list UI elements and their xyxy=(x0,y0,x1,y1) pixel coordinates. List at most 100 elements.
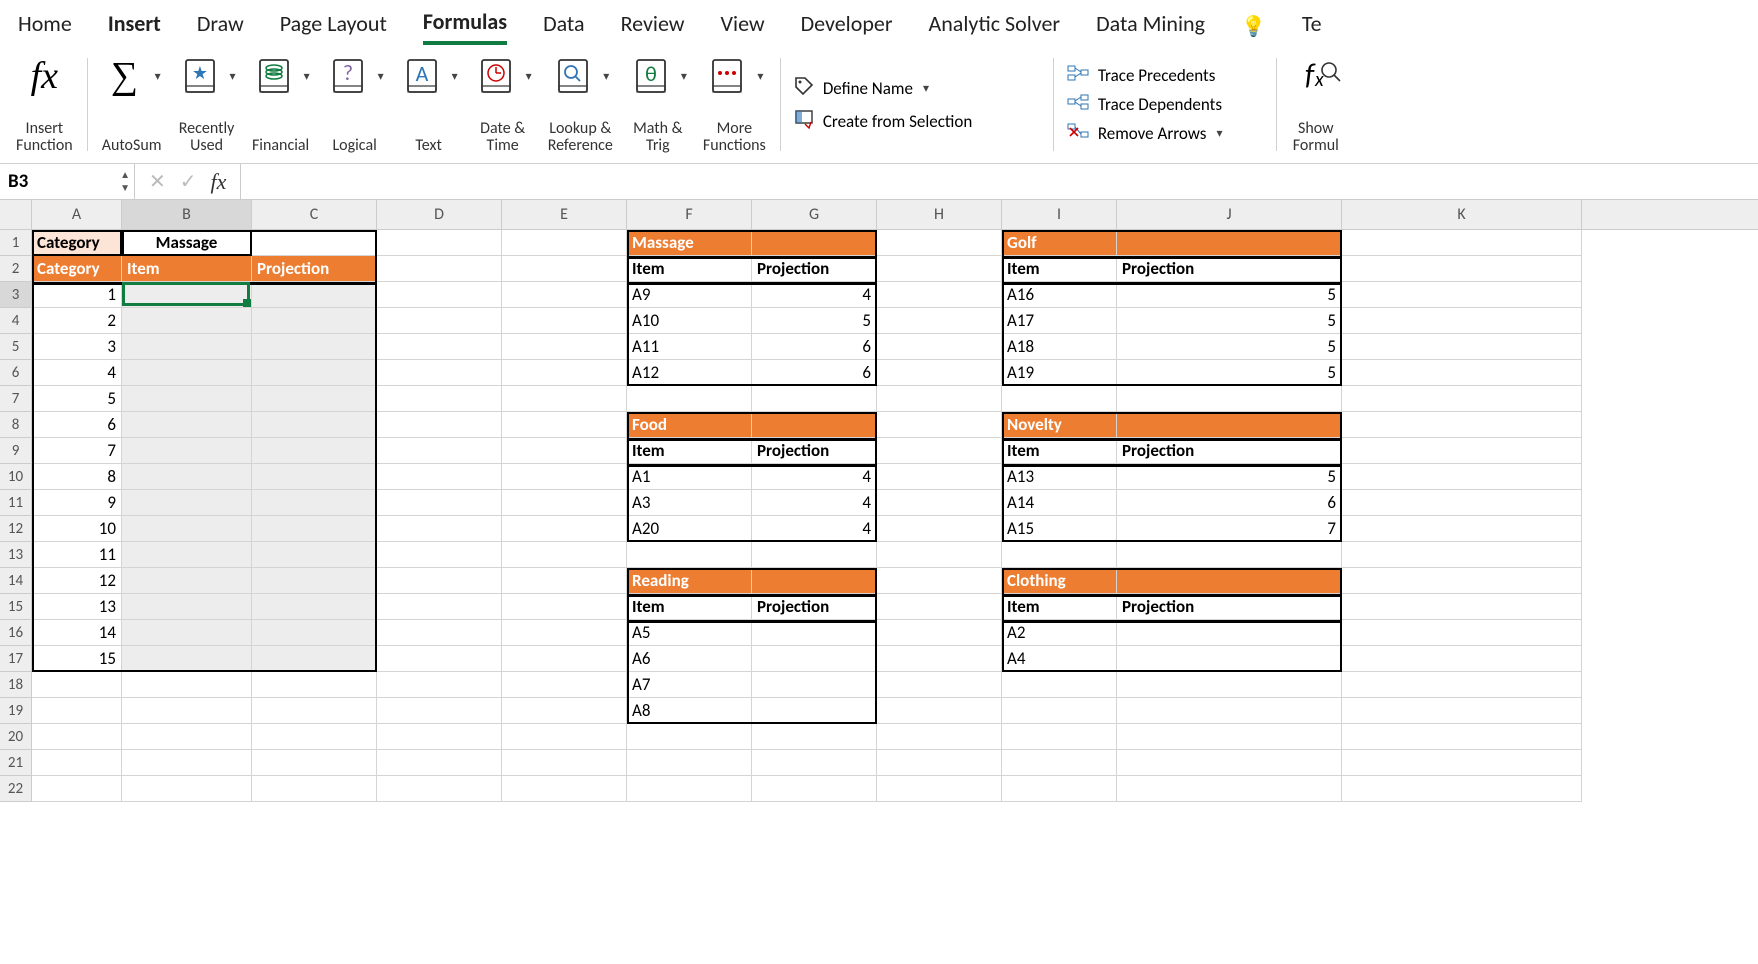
cell-B7[interactable] xyxy=(122,386,252,412)
tab-data-mining[interactable]: Data Mining xyxy=(1096,10,1205,43)
cell-G10[interactable]: 4 xyxy=(752,464,877,490)
cell-C8[interactable] xyxy=(252,412,377,438)
cell-E9[interactable] xyxy=(502,438,627,464)
chevron-down-icon[interactable]: ▾ xyxy=(923,81,929,96)
cell-I4[interactable]: A17 xyxy=(1002,308,1117,334)
chevron-down-icon[interactable]: ▾ xyxy=(526,69,532,84)
row-header-3[interactable]: 3 xyxy=(0,282,31,308)
cell-I19[interactable] xyxy=(1002,698,1117,724)
cell-H17[interactable] xyxy=(877,646,1002,672)
cell-H2[interactable] xyxy=(877,256,1002,282)
cell-K14[interactable] xyxy=(1342,568,1582,594)
cell-K11[interactable] xyxy=(1342,490,1582,516)
cell-B6[interactable] xyxy=(122,360,252,386)
cell-A19[interactable] xyxy=(32,698,122,724)
cell-J10[interactable]: 5 xyxy=(1117,464,1342,490)
cell-J21[interactable] xyxy=(1117,750,1342,776)
cell-B9[interactable] xyxy=(122,438,252,464)
cell-G21[interactable] xyxy=(752,750,877,776)
cell-I8[interactable]: Novelty xyxy=(1002,412,1117,438)
cell-G18[interactable] xyxy=(752,672,877,698)
cell-J9[interactable]: Projection xyxy=(1117,438,1342,464)
cell-A9[interactable]: 7 xyxy=(32,438,122,464)
cell-A21[interactable] xyxy=(32,750,122,776)
cell-F3[interactable]: A9 xyxy=(627,282,752,308)
cell-C21[interactable] xyxy=(252,750,377,776)
cell-C11[interactable] xyxy=(252,490,377,516)
cell-A8[interactable]: 6 xyxy=(32,412,122,438)
cell-K3[interactable] xyxy=(1342,282,1582,308)
cell-B22[interactable] xyxy=(122,776,252,802)
tab-data[interactable]: Data xyxy=(543,10,585,43)
cell-C15[interactable] xyxy=(252,594,377,620)
cell-G22[interactable] xyxy=(752,776,877,802)
cell-I9[interactable]: Item xyxy=(1002,438,1117,464)
cell-I17[interactable]: A4 xyxy=(1002,646,1117,672)
cell-A20[interactable] xyxy=(32,724,122,750)
select-all-corner[interactable] xyxy=(0,200,32,229)
cell-I1[interactable]: Golf xyxy=(1002,230,1117,256)
cell-A4[interactable]: 2 xyxy=(32,308,122,334)
cell-D6[interactable] xyxy=(377,360,502,386)
cell-A15[interactable]: 13 xyxy=(32,594,122,620)
cell-E19[interactable] xyxy=(502,698,627,724)
cell-B10[interactable] xyxy=(122,464,252,490)
row-header-21[interactable]: 21 xyxy=(0,750,31,776)
cell-F21[interactable] xyxy=(627,750,752,776)
cell-I2[interactable]: Item xyxy=(1002,256,1117,282)
cell-K7[interactable] xyxy=(1342,386,1582,412)
cell-K2[interactable] xyxy=(1342,256,1582,282)
cell-J4[interactable]: 5 xyxy=(1117,308,1342,334)
cell-E8[interactable] xyxy=(502,412,627,438)
chevron-down-icon[interactable]: ▾ xyxy=(155,69,161,84)
cell-D4[interactable] xyxy=(377,308,502,334)
cell-H19[interactable] xyxy=(877,698,1002,724)
remove-arrows-button[interactable]: Remove Arrows▾ xyxy=(1066,122,1264,145)
col-header-F[interactable]: F xyxy=(627,200,752,229)
cell-H3[interactable] xyxy=(877,282,1002,308)
financial-button[interactable]: ▾ Financial xyxy=(244,54,318,155)
row-header-1[interactable]: 1 xyxy=(0,230,31,256)
cell-C20[interactable] xyxy=(252,724,377,750)
cell-D15[interactable] xyxy=(377,594,502,620)
cell-B17[interactable] xyxy=(122,646,252,672)
cell-I15[interactable]: Item xyxy=(1002,594,1117,620)
row-header-14[interactable]: 14 xyxy=(0,568,31,594)
cell-B16[interactable] xyxy=(122,620,252,646)
cell-G17[interactable] xyxy=(752,646,877,672)
cell-D11[interactable] xyxy=(377,490,502,516)
cell-J6[interactable]: 5 xyxy=(1117,360,1342,386)
cell-A14[interactable]: 12 xyxy=(32,568,122,594)
cell-H8[interactable] xyxy=(877,412,1002,438)
cell-K5[interactable] xyxy=(1342,334,1582,360)
cell-J7[interactable] xyxy=(1117,386,1342,412)
cell-B1[interactable]: Massage xyxy=(122,230,252,256)
cell-E15[interactable] xyxy=(502,594,627,620)
cell-I12[interactable]: A15 xyxy=(1002,516,1117,542)
cell-F2[interactable]: Item xyxy=(627,256,752,282)
fx-icon[interactable]: fx xyxy=(211,169,227,195)
name-box-input[interactable] xyxy=(0,164,134,199)
cell-B18[interactable] xyxy=(122,672,252,698)
row-header-22[interactable]: 22 xyxy=(0,776,31,802)
cell-A7[interactable]: 5 xyxy=(32,386,122,412)
tab-review[interactable]: Review xyxy=(621,10,685,43)
cell-F8[interactable]: Food xyxy=(627,412,752,438)
text-button[interactable]: A▾ Text xyxy=(392,54,466,155)
cell-E2[interactable] xyxy=(502,256,627,282)
cell-F9[interactable]: Item xyxy=(627,438,752,464)
cell-G9[interactable]: Projection xyxy=(752,438,877,464)
cell-J22[interactable] xyxy=(1117,776,1342,802)
cell-D18[interactable] xyxy=(377,672,502,698)
row-header-18[interactable]: 18 xyxy=(0,672,31,698)
chevron-down-icon[interactable]: ▾ xyxy=(378,69,384,84)
cell-G15[interactable]: Projection xyxy=(752,594,877,620)
cell-H11[interactable] xyxy=(877,490,1002,516)
cell-D1[interactable] xyxy=(377,230,502,256)
cell-I7[interactable] xyxy=(1002,386,1117,412)
cell-H1[interactable] xyxy=(877,230,1002,256)
cell-F17[interactable]: A6 xyxy=(627,646,752,672)
cell-D21[interactable] xyxy=(377,750,502,776)
cell-C18[interactable] xyxy=(252,672,377,698)
cell-D22[interactable] xyxy=(377,776,502,802)
